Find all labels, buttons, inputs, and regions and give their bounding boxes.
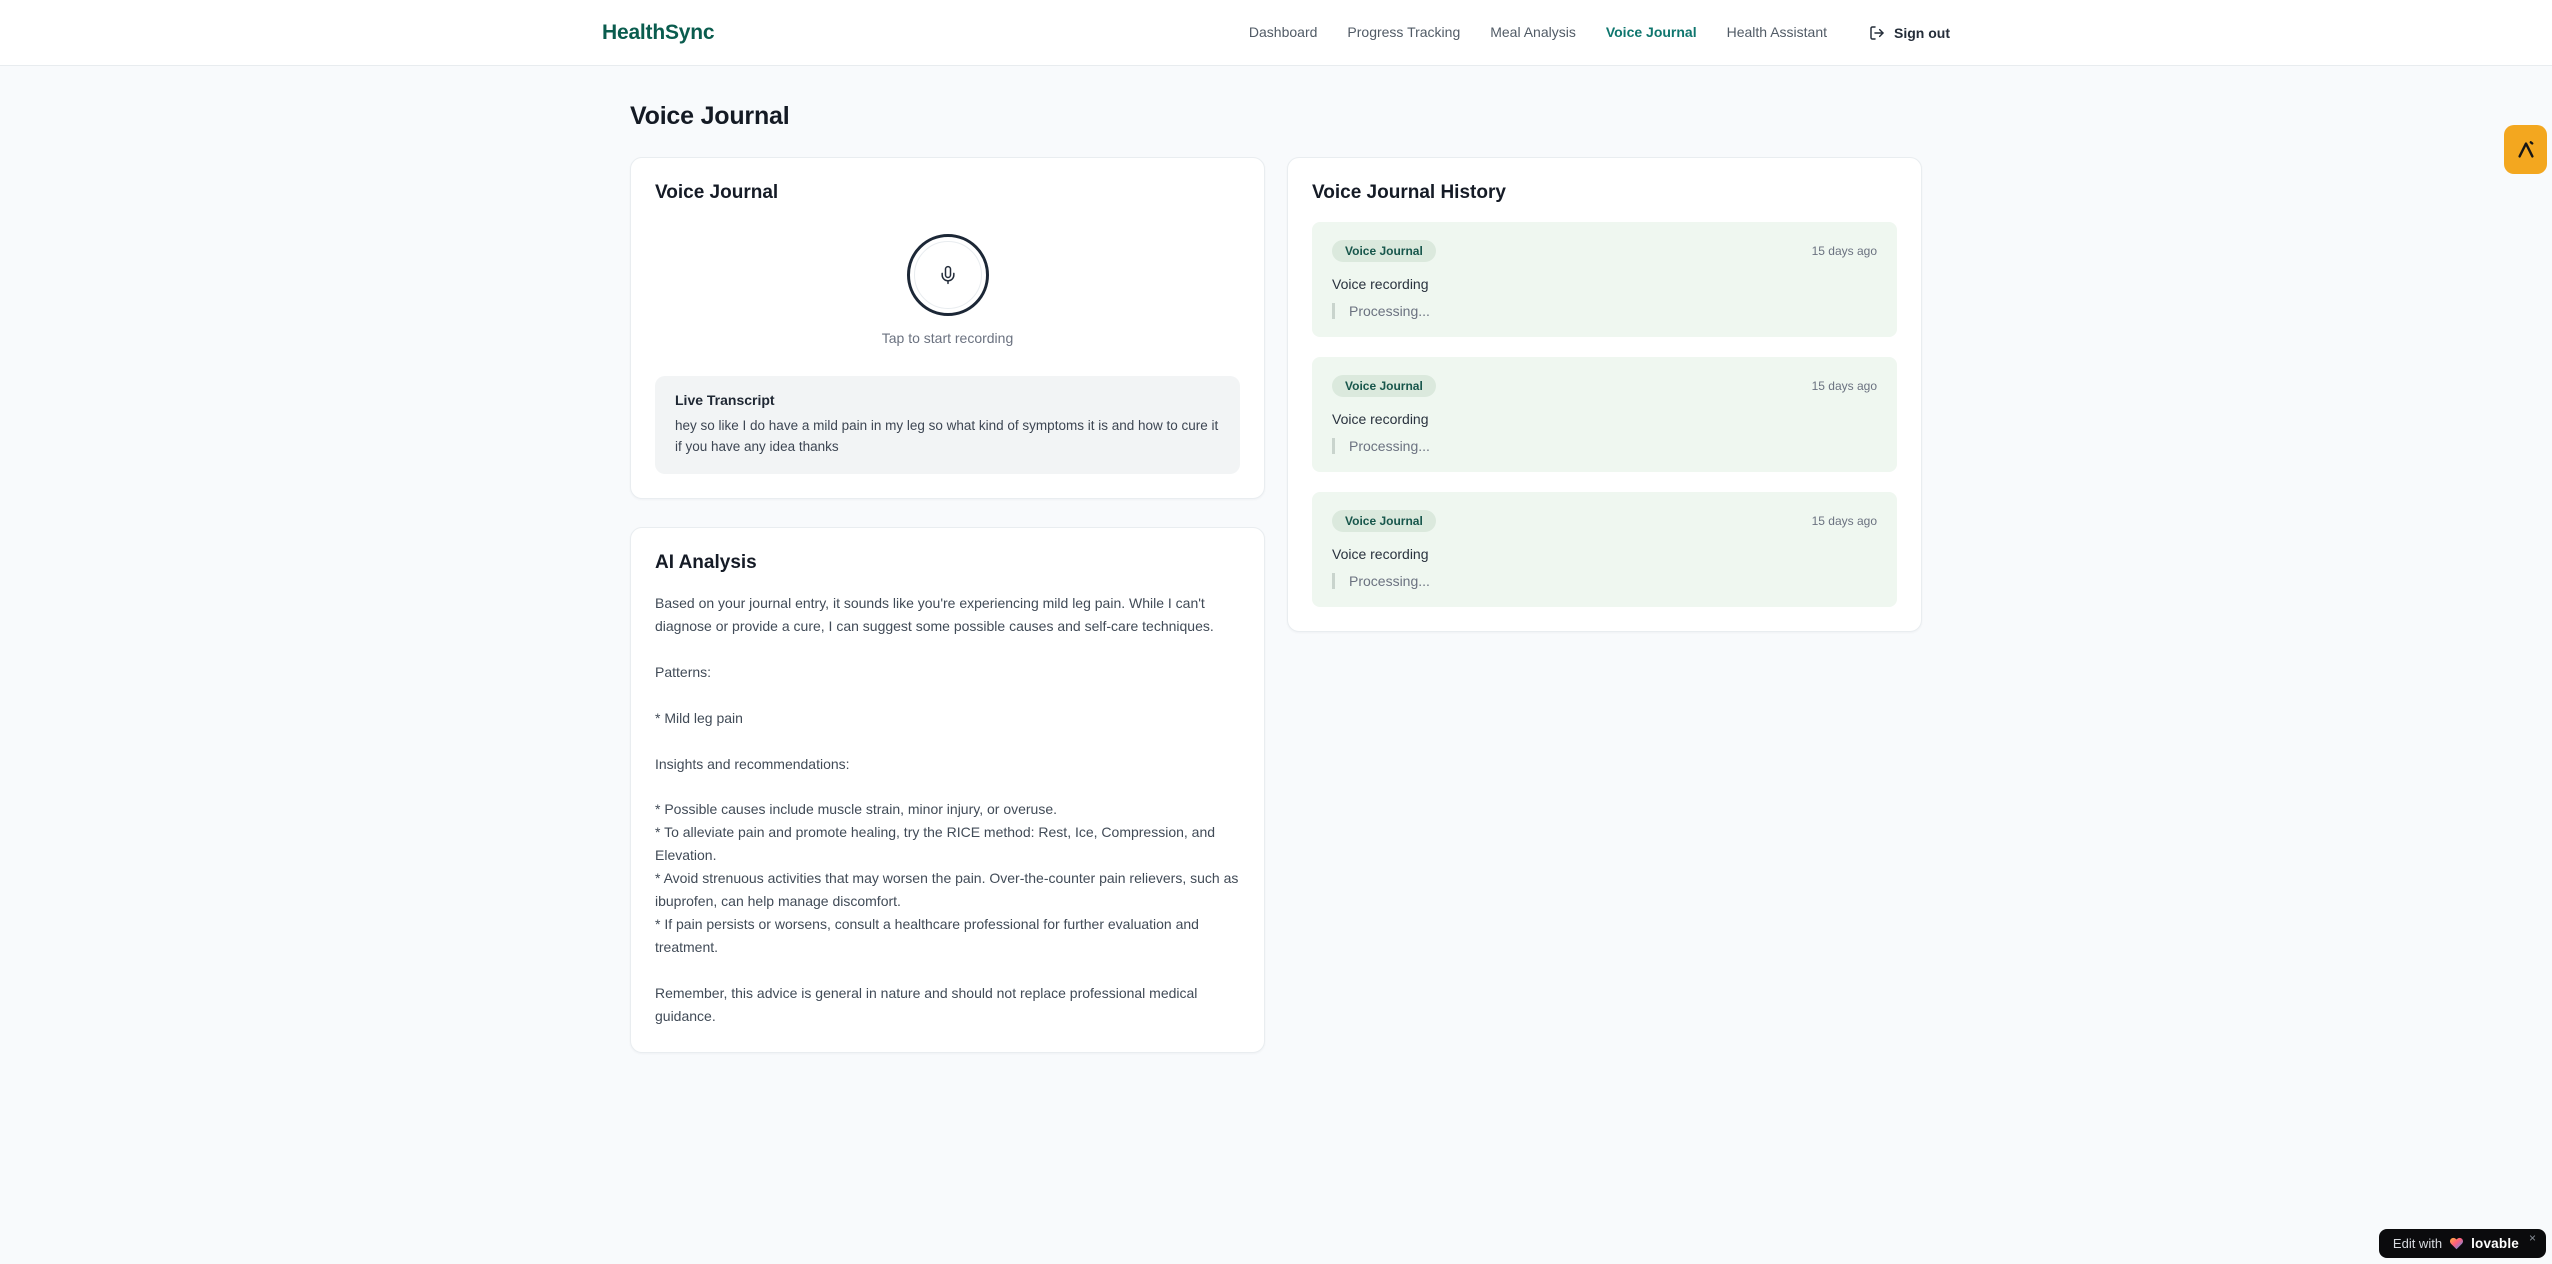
entry-type-badge: Voice Journal (1332, 240, 1436, 262)
sign-out-label: Sign out (1894, 24, 1950, 41)
ai-analysis-title: AI Analysis (655, 551, 757, 573)
close-icon[interactable]: × (2529, 1231, 2536, 1245)
nav-links: Dashboard Progress Tracking Meal Analysi… (1249, 24, 1827, 42)
nav-item-progress-tracking[interactable]: Progress Tracking (1347, 24, 1460, 40)
record-hint: Tap to start recording (881, 330, 1014, 346)
entry-title: Voice recording (1332, 546, 1429, 562)
entry-title: Voice recording (1332, 411, 1429, 427)
entry-timestamp: 15 days ago (1811, 514, 1877, 528)
entry-status: Processing... (1332, 303, 1877, 319)
logout-icon (1869, 25, 1885, 41)
app-logo[interactable]: HealthSync (602, 21, 715, 45)
entry-status: Processing... (1332, 438, 1877, 454)
nav-item-voice-journal[interactable]: Voice Journal (1606, 24, 1697, 40)
live-transcript-title: Live Transcript (675, 392, 775, 408)
edit-with-label: Edit with (2392, 1236, 2443, 1251)
nav-item-health-assistant[interactable]: Health Assistant (1727, 24, 1827, 40)
ai-analysis-body: Based on your journal entry, it sounds l… (655, 594, 1239, 1024)
side-toolbar-badge[interactable] (2504, 125, 2547, 174)
entry-title: Voice recording (1332, 276, 1429, 292)
history-entry: Voice Journal 15 days ago Voice recordin… (1312, 492, 1897, 607)
lovable-brand-label: lovable (2471, 1236, 2519, 1251)
live-transcript-box: Live Transcript hey so like I do have a … (655, 376, 1240, 474)
gradient-heart-icon (2449, 1236, 2464, 1251)
ai-analysis-card: AI Analysis Based on your journal entry,… (630, 526, 1265, 1053)
live-transcript-text: hey so like I do have a mild pain in my … (675, 418, 1219, 454)
record-button[interactable] (906, 234, 989, 316)
page-title: Voice Journal (630, 102, 790, 130)
nav-item-dashboard[interactable]: Dashboard (1249, 24, 1318, 40)
page-content: Voice Journal Voice Journal Tap to start… (630, 66, 1922, 1113)
history-card: Voice Journal History Voice Journal 15 d… (1287, 157, 1922, 632)
history-list: Voice Journal 15 days ago Voice recordin… (1312, 222, 1897, 607)
top-navbar: HealthSync Dashboard Progress Tracking M… (0, 0, 2552, 66)
left-column: Voice Journal Tap to start recording Liv… (630, 157, 1265, 1053)
entry-timestamp: 15 days ago (1811, 244, 1877, 258)
right-column: Voice Journal History Voice Journal 15 d… (1287, 157, 1922, 632)
entry-type-badge: Voice Journal (1332, 375, 1436, 397)
entry-status: Processing... (1332, 573, 1877, 589)
recorder-card-title: Voice Journal (655, 182, 779, 203)
sign-out-button[interactable]: Sign out (1869, 25, 1950, 41)
nav-item-meal-analysis[interactable]: Meal Analysis (1490, 24, 1576, 40)
history-card-title: Voice Journal History (1312, 182, 1506, 203)
microphone-icon (938, 265, 958, 285)
lambda-logo-icon (2515, 139, 2537, 161)
entry-timestamp: 15 days ago (1811, 379, 1877, 393)
voice-recorder-card: Voice Journal Tap to start recording Liv… (630, 157, 1265, 499)
history-entry: Voice Journal 15 days ago Voice recordin… (1312, 357, 1897, 472)
edit-with-lovable-badge[interactable]: Edit with lovable × (2378, 1229, 2546, 1258)
entry-type-badge: Voice Journal (1332, 510, 1436, 532)
history-entry: Voice Journal 15 days ago Voice recordin… (1312, 222, 1897, 337)
